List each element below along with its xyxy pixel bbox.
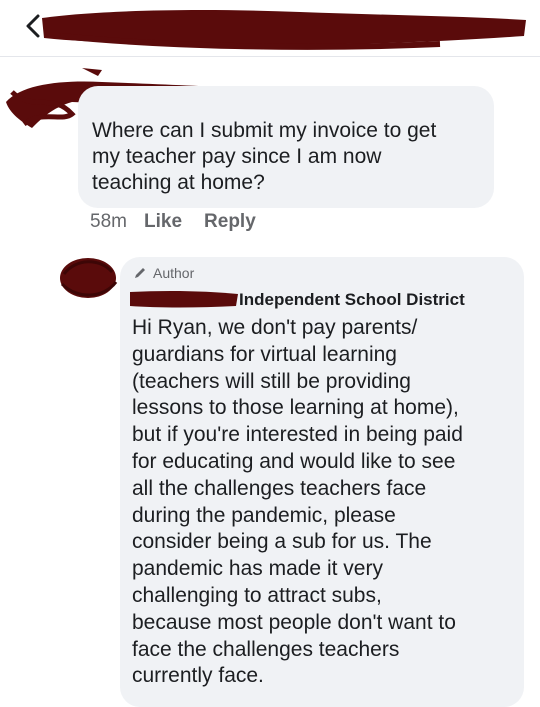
author-badge: Author xyxy=(133,265,194,281)
author-badge-label: Author xyxy=(153,265,195,281)
org-name-redaction xyxy=(130,290,238,308)
reply-avatar-redaction xyxy=(60,258,118,298)
top-header xyxy=(0,0,540,57)
reply-button[interactable]: Reply xyxy=(204,211,256,233)
comment-timestamp: 58m xyxy=(90,211,127,232)
header-title-redaction xyxy=(42,10,526,50)
reply-text: Hi Ryan, we don't pay parents/ guardians… xyxy=(132,316,463,688)
org-name: Independent School District xyxy=(239,290,465,309)
pencil-icon xyxy=(135,268,145,278)
comment-actions: 58m Like Reply xyxy=(90,211,278,233)
comment-text: Where can I submit my invoice to get my … xyxy=(92,119,437,194)
like-button[interactable]: Like xyxy=(144,211,182,233)
